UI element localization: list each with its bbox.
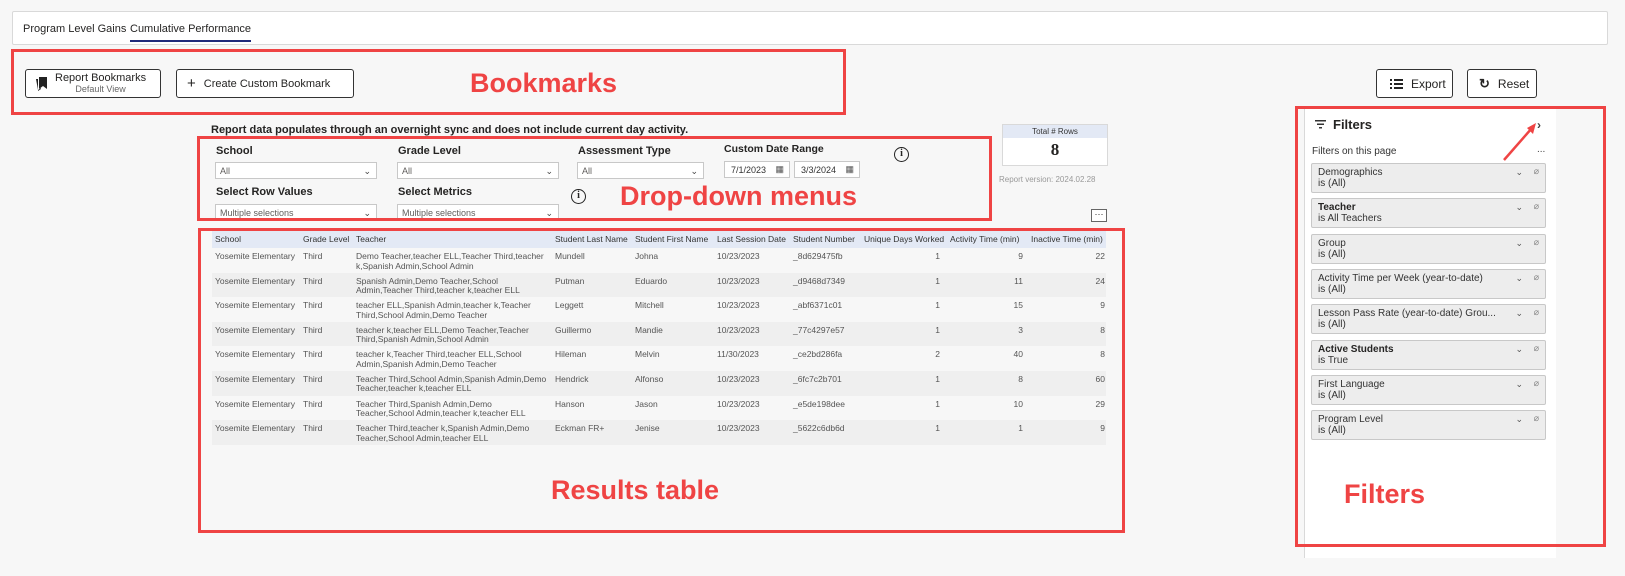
results-annotation: Results table xyxy=(551,475,720,505)
total-rows-card: Total # Rows 8 xyxy=(1002,124,1108,166)
export-button[interactable]: Export xyxy=(1376,69,1453,98)
reset-icon: ↻ xyxy=(1479,75,1490,91)
filters-annotation: Filters xyxy=(1344,479,1426,509)
bookmarks-annotation: Bookmarks xyxy=(470,68,618,98)
more-options-icon[interactable]: ··· xyxy=(1091,209,1107,222)
report-tab-bar: Program Level Gains Cumulative Performan… xyxy=(12,11,1608,45)
tab-cumulative-performance[interactable]: Cumulative Performance xyxy=(130,23,252,42)
list-icon xyxy=(1390,78,1403,89)
tab-program-level-gains[interactable]: Program Level Gains xyxy=(23,23,126,35)
reset-label: Reset xyxy=(1497,76,1530,91)
bookmarks-annotation-box xyxy=(11,49,846,115)
reset-button[interactable]: ↻ Reset xyxy=(1467,69,1537,98)
total-rows-label: Total # Rows xyxy=(1003,125,1107,138)
sync-note: Report data populates through an overnig… xyxy=(211,124,689,136)
dropdowns-annotation: Drop-down menus xyxy=(620,181,857,211)
total-rows-value: 8 xyxy=(1050,140,1060,159)
filters-annotation-box xyxy=(1295,106,1606,547)
report-version: Report version: 2024.02.28 xyxy=(999,175,1096,184)
dropdowns-annotation-box xyxy=(197,136,992,221)
annotation-arrow-icon xyxy=(1503,123,1536,161)
export-label: Export xyxy=(1411,76,1446,91)
